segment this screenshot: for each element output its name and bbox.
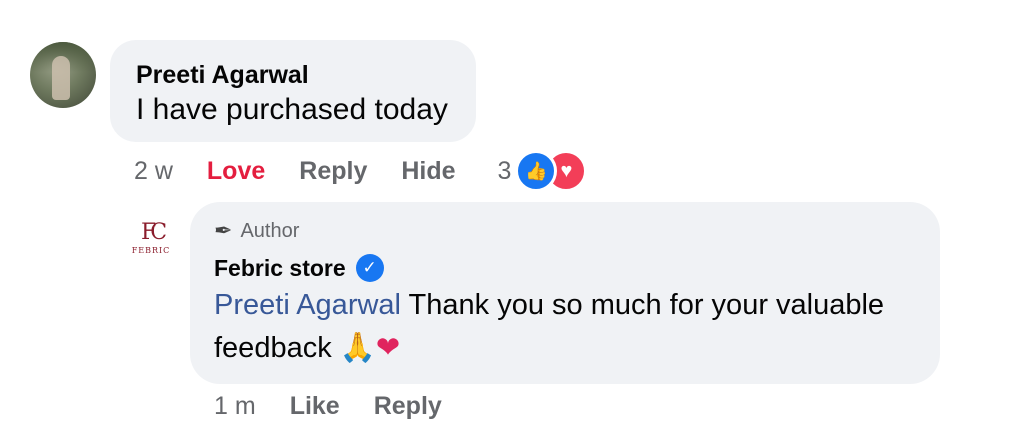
commenter-avatar[interactable] [30,42,96,108]
like-button[interactable]: Like [290,392,340,421]
commenter-name[interactable]: Preeti Agarwal [136,60,450,90]
author-badge-label: Author [240,219,300,242]
reply-button[interactable]: Reply [299,157,367,186]
reaction-count: 3 [497,156,512,185]
folded-hands-icon: 🙏 [339,330,376,364]
mention-link[interactable]: Preeti Agarwal [214,289,401,321]
reply-text: Preeti Agarwal Thank you so much for you… [214,284,916,369]
store-logo[interactable]: FC FEBRIC [128,222,174,268]
reply-author-name[interactable]: Febric store [214,255,346,282]
reply-author-row: Febric store ✓ [214,254,916,282]
logo-monogram: FC [140,220,167,245]
author-badge: ✒ Author [214,216,916,246]
red-heart-icon: ❤ [375,330,401,364]
comment-text: I have purchased today [136,93,448,126]
reply-actions: 1 m Like Reply [214,390,476,422]
comment-actions: 2 w Love Reply Hide 3 👍 ♥ [134,150,588,192]
pen-icon: ✒ [214,218,233,243]
avatar-figure [52,56,70,100]
reply-bubble: ✒ Author Febric store ✓ Preeti Agarwal T… [190,202,940,384]
verified-badge-icon: ✓ [355,254,384,282]
reply-reply-button[interactable]: Reply [374,392,442,421]
reaction-summary[interactable]: 3 👍 ♥ [498,150,588,192]
comment-bubble: Preeti Agarwal I have purchased today [110,40,476,142]
love-button[interactable]: Love [207,157,265,186]
logo-text: FEBRIC [131,246,171,255]
comment-timestamp[interactable]: 2 w [134,157,173,186]
reply-timestamp[interactable]: 1 m [214,392,256,421]
hide-button[interactable]: Hide [401,157,455,186]
